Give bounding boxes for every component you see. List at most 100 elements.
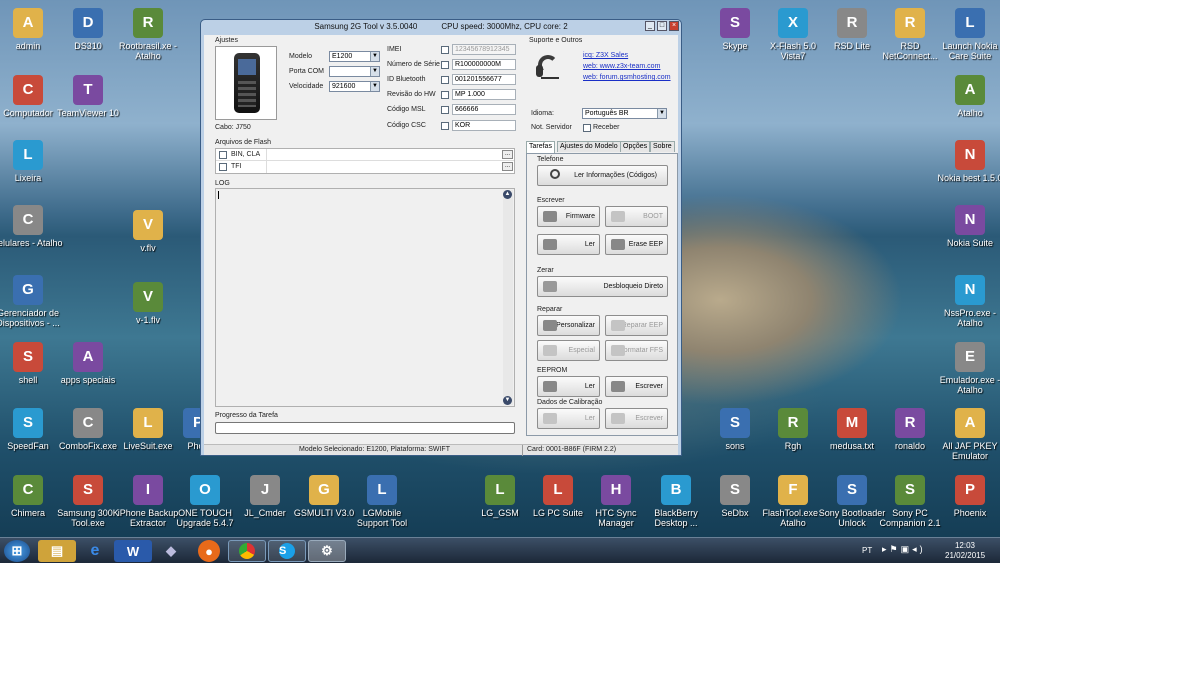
desktop-icon[interactable]: Ccelulares - Atalho <box>0 205 64 248</box>
hw-field[interactable]: MP 1.000 <box>452 89 516 100</box>
flash-file-row[interactable]: TFI ... <box>216 161 514 173</box>
desktop-icon[interactable]: G Gerenciador de Dispositivos - ... <box>0 275 64 328</box>
modelo-select[interactable]: E1200 ▼ <box>329 51 380 62</box>
desktop-icon-label: NssPro.exe - Atalho <box>943 308 996 328</box>
tab-sobre[interactable]: Sobre <box>650 141 675 152</box>
scroll-down-icon[interactable]: ▼ <box>503 396 512 405</box>
chrome-taskbar-icon[interactable] <box>228 540 266 562</box>
samsung-tool-window[interactable]: Samsung 2G Tool v 3.5.0040 CPU speed: 30… <box>200 19 682 456</box>
eeprom-ler-button[interactable]: Ler <box>537 376 600 397</box>
ajustes-group-label: Ajustes <box>215 37 238 44</box>
ler-informacoes-button[interactable]: Ler Informações (Códigos) <box>537 165 668 186</box>
personalizar-button[interactable]: Personalizar <box>537 315 600 336</box>
scroll-up-icon[interactable]: ▲ <box>503 190 512 199</box>
desbloqueio-direto-button[interactable]: Desbloqueio Direto <box>537 276 668 297</box>
desktop-icon[interactable]: N Nokia best 1.5.0 <box>934 140 1000 183</box>
desktop-icon[interactable]: Vv.flv <box>112 210 184 253</box>
app-icon: C <box>13 475 43 505</box>
eeprom-escrever-button[interactable]: Escrever <box>605 376 668 397</box>
app-icon: A <box>955 75 985 105</box>
clock[interactable]: 12:03 21/02/2015 <box>945 541 985 561</box>
browse-button[interactable]: ... <box>502 162 513 171</box>
desktop-icon[interactable]: Rronaldo <box>874 408 946 451</box>
idioma-select[interactable]: Português BR ▼ <box>582 108 667 119</box>
log-scrollbar[interactable]: ▲ ▼ <box>503 190 513 405</box>
word-taskbar-icon[interactable]: W <box>114 540 152 562</box>
calibracao-escrever-button[interactable]: Escrever <box>605 408 668 429</box>
web-link-z3x[interactable]: web: www.z3x-team.com <box>583 63 660 70</box>
calibracao-escrever-label: Escrever <box>635 415 663 422</box>
erase-eep-button[interactable]: Erase EEP <box>605 234 668 255</box>
explorer-taskbar-icon[interactable]: ▤ <box>38 540 76 562</box>
bt-field[interactable]: 001201556677 <box>452 74 516 85</box>
csc-field[interactable]: KOR <box>452 120 516 131</box>
language-indicator[interactable]: PT <box>862 546 872 555</box>
minimize-button[interactable]: _ <box>645 21 655 31</box>
tab-opcoes[interactable]: Opções <box>620 141 651 152</box>
icq-link[interactable]: icq: Z3X Sales <box>583 52 628 59</box>
imei-field[interactable]: 12345678912345 <box>452 44 516 55</box>
app-icon: N <box>955 140 985 170</box>
desktop-icon[interactable]: R Rootbrasil.xe - Atalho <box>112 8 184 61</box>
msl-checkbox[interactable] <box>441 106 449 114</box>
desktop-icon[interactable]: N Nokia Suite <box>934 205 1000 248</box>
skype-taskbar-icon[interactable]: S <box>268 540 306 562</box>
desktop-icon[interactable]: A Atalho <box>934 75 1000 118</box>
receber-checkbox[interactable] <box>583 124 591 132</box>
app-icon: C <box>73 408 103 438</box>
samsung-tool-taskbar-icon[interactable]: ⚙ <box>308 540 346 562</box>
imei-checkbox[interactable] <box>441 46 449 54</box>
csc-checkbox[interactable] <box>441 122 449 130</box>
app-icon: S <box>895 475 925 505</box>
desktop-icon[interactable]: N NssPro.exe - Atalho <box>934 275 1000 328</box>
app-taskbar-icon[interactable]: ◆ <box>152 540 190 562</box>
log-textarea[interactable]: ▲ ▼ <box>215 188 515 407</box>
ler-button[interactable]: Ler <box>537 234 600 255</box>
reparar-label: Reparar <box>537 306 563 313</box>
desktop-icon[interactable]: Aapps speciais <box>52 342 124 385</box>
tray-icons[interactable]: ▸⚑▣◂) <box>882 544 926 555</box>
maximize-button[interactable]: □ <box>657 21 667 31</box>
chevron-down-icon: ▼ <box>370 67 379 76</box>
porta-select[interactable]: ▼ <box>329 66 380 77</box>
chevron-down-icon: ▼ <box>657 109 666 118</box>
status-model: Modelo Selecionado: E1200, Plataforma: S… <box>299 446 450 453</box>
formatar-ffs-button[interactable]: Formatar FFS <box>605 340 668 361</box>
flash-file-checkbox[interactable] <box>219 163 227 171</box>
desktop-icon[interactable]: L Lixeira <box>0 140 64 183</box>
start-button[interactable]: ⊞ <box>4 540 30 562</box>
calibracao-ler-button[interactable]: Ler <box>537 408 600 429</box>
ie-taskbar-icon[interactable]: e <box>76 540 114 562</box>
desktop-icon[interactable]: P Phoenix <box>934 475 1000 518</box>
especial-button[interactable]: Especial <box>537 340 600 361</box>
erase-icon <box>611 239 625 250</box>
desktop-icon[interactable]: E Emulador.exe - Atalho <box>934 342 1000 395</box>
reparar-eep-button[interactable]: Reparar EEP <box>605 315 668 336</box>
firefox-taskbar-icon[interactable]: ● <box>198 540 220 562</box>
browse-button[interactable]: ... <box>502 150 513 159</box>
firmware-label: Firmware <box>565 213 595 220</box>
desktop-icon[interactable]: L LGMobile Support Tool <box>346 475 418 528</box>
tab-ajustes-modelo[interactable]: Ajustes do Modelo <box>557 141 621 152</box>
app-icon: A <box>955 408 985 438</box>
web-link-forum[interactable]: web: forum.gsmhosting.com <box>583 74 671 81</box>
hw-checkbox[interactable] <box>441 91 449 99</box>
desktop-icon[interactable]: L Launch Nokia Care Suite <box>934 8 1000 61</box>
app-icon: E <box>955 342 985 372</box>
serial-field[interactable]: R100000000M <box>452 59 516 70</box>
idioma-value: Português BR <box>585 110 629 117</box>
velocidade-select[interactable]: 921600 ▼ <box>329 81 380 92</box>
flash-file-row[interactable]: BIN, CLA ... <box>216 149 514 161</box>
tab-tarefas[interactable]: Tarefas <box>526 141 555 153</box>
boot-button[interactable]: BOOT <box>605 206 668 227</box>
flash-file-checkbox[interactable] <box>219 151 227 159</box>
msl-field[interactable]: 666666 <box>452 104 516 115</box>
serial-checkbox[interactable] <box>441 61 449 69</box>
window-titlebar[interactable]: Samsung 2G Tool v 3.5.0040 CPU speed: 30… <box>201 20 681 34</box>
bt-checkbox[interactable] <box>441 76 449 84</box>
desktop-icon[interactable]: T TeamViewer 10 <box>52 75 124 118</box>
close-button[interactable]: × <box>669 21 679 31</box>
cabo-label: Cabo: J750 <box>215 124 251 131</box>
firmware-button[interactable]: Firmware <box>537 206 600 227</box>
desktop-icon[interactable]: Vv-1.flv <box>112 282 184 325</box>
